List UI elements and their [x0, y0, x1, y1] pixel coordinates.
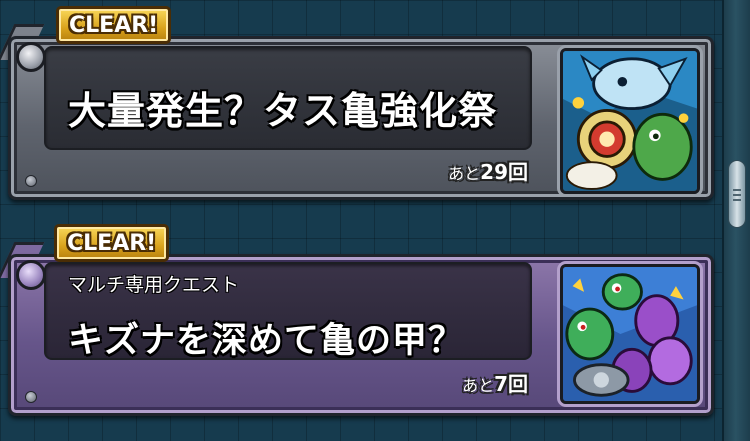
quest-subtitle: マルチ専用クエスト: [68, 274, 240, 296]
scroll-thumb[interactable]: [728, 160, 746, 228]
clear-badge: CLEAR!: [56, 6, 172, 44]
quest-title: キズナを深めて亀の甲？: [68, 321, 465, 361]
blue-dragon-and-turtles-icon: [560, 48, 700, 194]
quest-card[interactable]: CLEAR! マルチ専用クエスト キズナを深めて亀の甲？ あと7回: [0, 224, 714, 420]
title-panel: マルチ専用クエスト キズナを深めて亀の甲？: [44, 262, 532, 361]
screw-icon: [25, 391, 37, 403]
screw-icon: [25, 175, 37, 187]
quest-card[interactable]: CLEAR! 大量発生？タス亀強化祭 あと29回: [0, 6, 714, 204]
remaining-prefix: あと: [462, 376, 495, 395]
grip-line: [733, 199, 741, 201]
quest-title: 大量発生？タス亀強化祭: [68, 89, 498, 133]
grip-line: [733, 194, 741, 196]
remaining-count: あと7回: [462, 368, 528, 397]
remaining-prefix: あと: [448, 164, 481, 183]
rivet-icon: [16, 260, 46, 290]
green-turtles-with-eggs-icon: [560, 264, 700, 404]
grip-line: [733, 189, 741, 191]
clear-badge: CLEAR!: [54, 224, 170, 262]
remaining-value: 29回: [480, 160, 528, 184]
remaining-count: あと29回: [448, 156, 528, 185]
scrollbar[interactable]: [722, 0, 750, 441]
remaining-value: 7回: [494, 372, 528, 396]
title-panel: 大量発生？タス亀強化祭: [44, 46, 532, 150]
rivet-icon: [16, 42, 46, 72]
